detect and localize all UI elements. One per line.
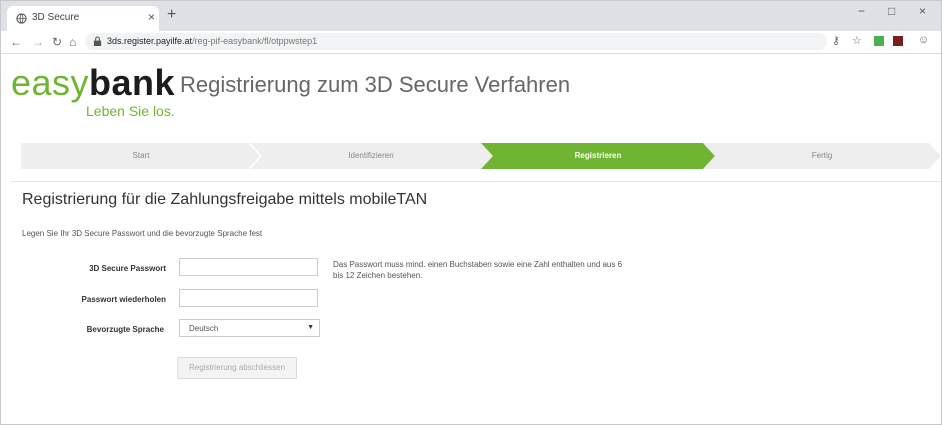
url-text: 3ds.register.payilfe.at/reg-pif-easybank… — [107, 36, 317, 46]
repeat-password-label: Passwort wiederholen — [81, 295, 166, 304]
repeat-password-field[interactable] — [179, 289, 318, 307]
globe-icon — [16, 13, 27, 24]
step-label: Identifizieren — [348, 151, 394, 160]
section-title: Registrierung für die Zahlungsfreigabe m… — [22, 191, 428, 208]
logo-tagline: Leben Sie los. — [86, 103, 175, 119]
minimize-button[interactable]: − — [858, 4, 865, 18]
step-start: Start — [21, 143, 261, 169]
password-label: 3D Secure Passwort — [89, 264, 166, 273]
step-done: Fertig — [703, 143, 941, 169]
forward-icon[interactable]: → — [32, 35, 44, 49]
url-field[interactable]: 3ds.register.payilfe.at/reg-pif-easybank… — [85, 33, 827, 50]
reload-icon[interactable]: ↻ — [52, 35, 62, 49]
logo-easy-text: easy — [11, 62, 90, 103]
home-icon[interactable]: ⌂ — [69, 35, 76, 49]
password-hint: Das Passwort muss mind. einen Buchstaben… — [333, 260, 623, 280]
progress-stepper: Start Identifizieren Registrieren Fertig — [21, 143, 941, 169]
lock-icon — [93, 36, 102, 46]
step-label: Fertig — [811, 151, 833, 160]
tab-bar: 3D Secure × + − □ × — [1, 1, 941, 31]
extension-icon[interactable] — [874, 36, 884, 46]
back-icon[interactable]: ← — [10, 35, 22, 49]
maximize-button[interactable]: □ — [888, 4, 895, 18]
account-icon[interactable]: ☺ — [918, 34, 929, 46]
chevron-down-icon: ▼ — [307, 324, 314, 331]
window-close-button[interactable]: × — [919, 4, 926, 18]
address-bar: ← → ↻ ⌂ 3ds.register.payilfe.at/reg-pif-… — [1, 31, 941, 54]
step-label: Start — [132, 151, 150, 160]
complete-registration-button[interactable]: Registrierung abschliessen — [177, 357, 297, 379]
url-path: /reg-pif-easybank/fl/otppwstep1 — [192, 36, 318, 46]
key-icon[interactable]: ⚷ — [832, 34, 840, 47]
tab-title: 3D Secure — [32, 12, 80, 23]
easybank-logo[interactable]: easybank — [11, 65, 175, 101]
step-identify: Identifizieren — [249, 143, 493, 169]
new-tab-button[interactable]: + — [167, 6, 176, 24]
step-register: Registrieren — [481, 143, 715, 169]
language-select[interactable]: Deutsch ▼ — [179, 319, 320, 337]
language-selected-value: Deutsch — [189, 324, 219, 333]
browser-tab[interactable]: 3D Secure × — [7, 6, 159, 31]
logo-bank-text: bank — [89, 62, 176, 103]
url-host: 3ds.register.payilfe.at — [107, 36, 193, 46]
language-label: Bevorzugte Sprache — [86, 325, 164, 334]
instruction-text: Legen Sie Ihr 3D Secure Passwort und die… — [22, 229, 263, 238]
browser-window: 3D Secure × + − □ × ← → ↻ ⌂ 3ds.register… — [0, 0, 942, 425]
password-field[interactable] — [179, 258, 318, 276]
tab-close-button[interactable]: × — [148, 10, 155, 24]
extension-icon[interactable] — [893, 36, 903, 46]
step-label: Registrieren — [574, 151, 622, 160]
star-icon[interactable]: ☆ — [852, 34, 862, 47]
divider — [11, 181, 941, 182]
page-title: Registrierung zum 3D Secure Verfahren — [180, 72, 571, 97]
